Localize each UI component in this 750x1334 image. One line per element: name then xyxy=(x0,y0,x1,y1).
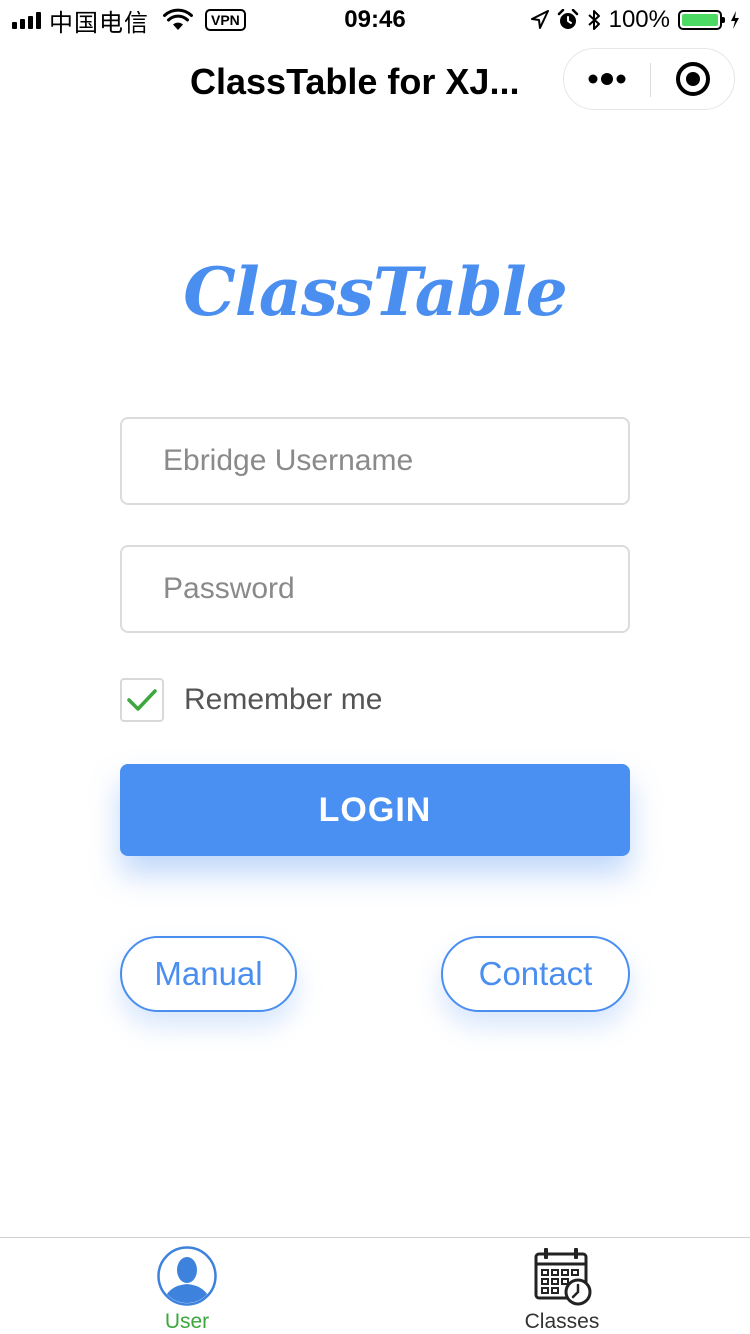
tab-user[interactable]: User xyxy=(87,1238,287,1334)
remember-me-row[interactable]: Remember me xyxy=(120,676,440,724)
bluetooth-icon xyxy=(587,10,600,30)
checkmark-icon xyxy=(127,689,157,711)
contact-button[interactable]: Contact xyxy=(441,936,630,1012)
manual-button[interactable]: Manual xyxy=(120,936,297,1012)
tab-user-label: User xyxy=(164,1310,210,1333)
battery-percent: 100% xyxy=(608,6,670,33)
battery-fill xyxy=(682,14,718,26)
location-arrow-icon xyxy=(530,10,549,29)
remember-label: Remember me xyxy=(184,683,383,716)
close-button[interactable] xyxy=(651,49,735,109)
more-button[interactable] xyxy=(564,49,650,109)
login-screen: 中国电信 VPN 09:46 100% ClassTable for XJ...… xyxy=(0,0,750,1334)
target-close-icon xyxy=(676,62,710,96)
username-input[interactable] xyxy=(122,419,628,503)
username-field xyxy=(120,417,630,505)
charging-bolt-icon xyxy=(731,11,739,29)
alarm-icon xyxy=(557,9,578,29)
status-bar: 中国电信 VPN 09:46 100% xyxy=(0,0,750,40)
app-logo: ClassTable xyxy=(183,253,567,331)
tab-bar: User Classes xyxy=(0,1237,750,1334)
calendar-clock-icon xyxy=(534,1248,592,1306)
password-field xyxy=(120,545,630,633)
status-right: 100% xyxy=(530,6,740,34)
tab-classes[interactable]: Classes xyxy=(462,1238,662,1334)
login-button[interactable]: LOGIN xyxy=(120,764,630,856)
page-title: ClassTable for XJ... xyxy=(190,61,520,102)
remember-checkbox[interactable] xyxy=(120,678,164,722)
password-input[interactable] xyxy=(122,547,628,631)
mini-program-capsule xyxy=(563,48,735,110)
tab-classes-label: Classes xyxy=(524,1310,600,1333)
battery-icon xyxy=(678,10,725,30)
user-avatar-icon xyxy=(157,1246,217,1306)
more-dots-icon xyxy=(588,73,626,85)
